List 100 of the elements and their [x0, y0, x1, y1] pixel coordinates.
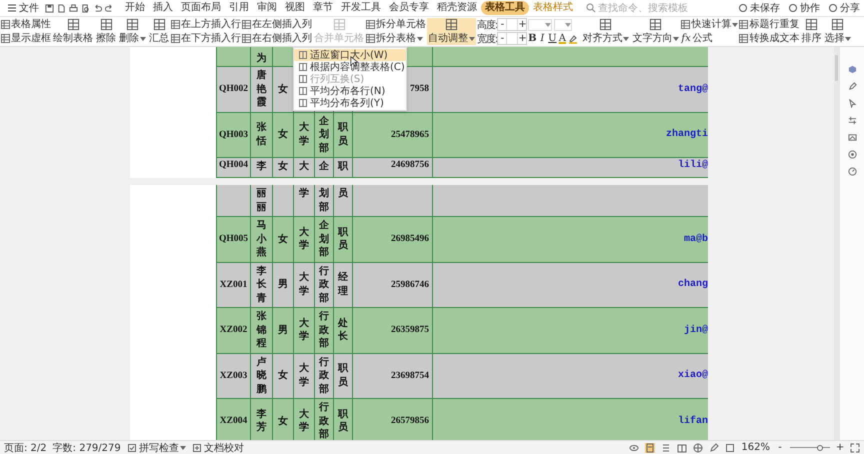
ribbon-button[interactable]: 排序 — [800, 18, 822, 45]
action-button[interactable]: 分享 — [828, 1, 860, 15]
action-button[interactable]: 协作 — [788, 1, 820, 15]
ribbon-button[interactable]: 在上方插入行 — [171, 18, 241, 31]
menu-tab[interactable]: 章节 — [309, 1, 337, 15]
highlighter-icon[interactable] — [568, 34, 578, 44]
ribbon-button[interactable]: 拆分表格 — [366, 32, 426, 45]
table-cell: 25986746 — [391, 280, 429, 290]
spell-check-button[interactable]: 拼写检查 — [126, 440, 186, 454]
menu-tab[interactable]: 开始 — [121, 1, 149, 15]
printer-icon[interactable] — [69, 4, 78, 12]
target-icon[interactable] — [848, 150, 856, 159]
table-icon — [242, 34, 251, 43]
format-button[interactable]: I — [538, 33, 546, 44]
globe-icon[interactable] — [693, 442, 704, 452]
undo-icon[interactable] — [93, 4, 102, 12]
clock-icon[interactable] — [848, 167, 856, 176]
table-icon — [1, 34, 10, 43]
menu-tab[interactable]: 表格工具 — [481, 1, 529, 15]
ribbon-button[interactable]: 删除 — [118, 18, 147, 45]
ribbon-button[interactable]: 快速计算 — [681, 18, 738, 31]
menu-item[interactable]: 平均分布各列(Y) — [294, 97, 406, 109]
ribbon-button[interactable]: 转换成文本 — [739, 32, 800, 45]
ribbon-button[interactable]: 擦除 — [95, 18, 117, 45]
ribbon-button[interactable]: 标题行重复 — [739, 18, 800, 31]
eye-icon[interactable] — [629, 442, 640, 452]
book-icon[interactable] — [677, 442, 688, 452]
table-cell: 行政部 — [319, 264, 329, 305]
table-cell: zhangti — [666, 129, 708, 140]
ribbon-button[interactable]: 对齐方式 — [581, 18, 630, 45]
fit-page-icon[interactable] — [725, 442, 736, 452]
circle-icon — [738, 3, 748, 13]
redo-icon[interactable] — [105, 4, 114, 12]
ribbon-button[interactable]: 拆分单元格 — [366, 18, 426, 31]
ribbon-button[interactable]: fx 公式 — [681, 32, 738, 45]
proofread-button[interactable]: 文档校对 — [192, 440, 244, 454]
caret-icon — [732, 22, 738, 26]
fullscreen-icon[interactable] — [850, 442, 860, 452]
menu-tab[interactable]: 表格样式 — [529, 1, 577, 15]
menu-item[interactable]: 平均分布各行(N) — [294, 85, 406, 97]
size-field[interactable]: - + — [497, 18, 528, 31]
caret-icon — [623, 37, 630, 41]
format-button[interactable]: B — [528, 33, 536, 44]
menu-tab[interactable]: 会员专享 — [385, 1, 433, 15]
size-field[interactable]: - + — [497, 32, 528, 45]
menu-tab[interactable]: 开发工具 — [337, 1, 385, 15]
ribbon-button[interactable]: 文字方向 — [631, 18, 680, 45]
table-cell: 大学 — [299, 408, 309, 435]
zoom-out-button[interactable]: - — [776, 442, 784, 453]
table-cell: 学 — [299, 187, 309, 200]
table-cell: xiao@ — [678, 370, 708, 382]
menu-tab[interactable]: 视图 — [281, 1, 309, 15]
table-icon — [804, 18, 818, 31]
format-button[interactable]: A — [558, 33, 566, 44]
menu-tab[interactable]: 引用 — [225, 1, 253, 15]
preview-icon[interactable] — [81, 4, 90, 12]
font-size-field[interactable] — [554, 18, 572, 30]
file-menu[interactable]: 文件 — [4, 1, 42, 15]
menu-tab[interactable]: 插入 — [149, 1, 177, 15]
table-cell: 企划部 — [319, 219, 329, 260]
table-icon — [445, 18, 458, 31]
ribbon-button[interactable]: 在左侧插入列 — [242, 18, 312, 31]
table-cell: 大学 — [299, 316, 309, 344]
action-button[interactable]: 未保存 — [738, 1, 780, 15]
zoom-slider[interactable] — [790, 444, 830, 452]
ribbon-button[interactable]: 在右侧插入列 — [242, 32, 312, 45]
hexagon-icon[interactable] — [848, 65, 856, 74]
table-cell: XZ003 — [220, 370, 248, 381]
table-cell: tang@ — [678, 84, 708, 95]
pen-icon[interactable] — [709, 442, 720, 452]
document-icon[interactable] — [57, 4, 66, 12]
ribbon-button[interactable]: 在下方插入行 — [171, 32, 241, 45]
ribbon-button[interactable]: 绘制表格 — [52, 18, 94, 45]
image-icon[interactable] — [848, 133, 856, 142]
save-icon[interactable] — [45, 4, 54, 12]
table-cell: 女 — [278, 369, 288, 382]
outline-icon[interactable] — [661, 442, 672, 452]
ribbon-button[interactable]: 自动调整 — [427, 18, 476, 45]
slider-thumb[interactable] — [817, 444, 823, 450]
font-name-field[interactable] — [528, 18, 552, 30]
sliders-icon[interactable] — [848, 116, 856, 125]
search-field[interactable]: 查找命令、搜索模板 — [586, 2, 694, 14]
ribbon-button[interactable]: 显示虚框 — [1, 32, 51, 45]
ribbon-button[interactable]: 选择 — [823, 18, 852, 45]
size-label: 高度: — [477, 18, 498, 32]
pencil-icon[interactable] — [848, 82, 856, 91]
table-icon — [242, 20, 251, 29]
menu-tab[interactable]: 审阅 — [253, 1, 281, 15]
format-button[interactable]: U — [548, 33, 556, 44]
menu-tab[interactable]: 稻壳资源 — [433, 1, 481, 15]
ribbon-button[interactable]: 表格属性 — [1, 18, 51, 31]
page-view-icon[interactable] — [645, 442, 656, 452]
table-cell: 大学 — [299, 362, 309, 390]
size-label: 宽度: — [477, 32, 498, 46]
table-cell: 26359875 — [391, 325, 429, 336]
cursor-icon[interactable] — [848, 99, 856, 108]
menu-tab[interactable]: 页面布局 — [177, 1, 225, 15]
ribbon-button[interactable]: 汇总 — [148, 18, 170, 45]
table-icon — [298, 50, 308, 60]
zoom-in-button[interactable]: + — [836, 442, 844, 453]
